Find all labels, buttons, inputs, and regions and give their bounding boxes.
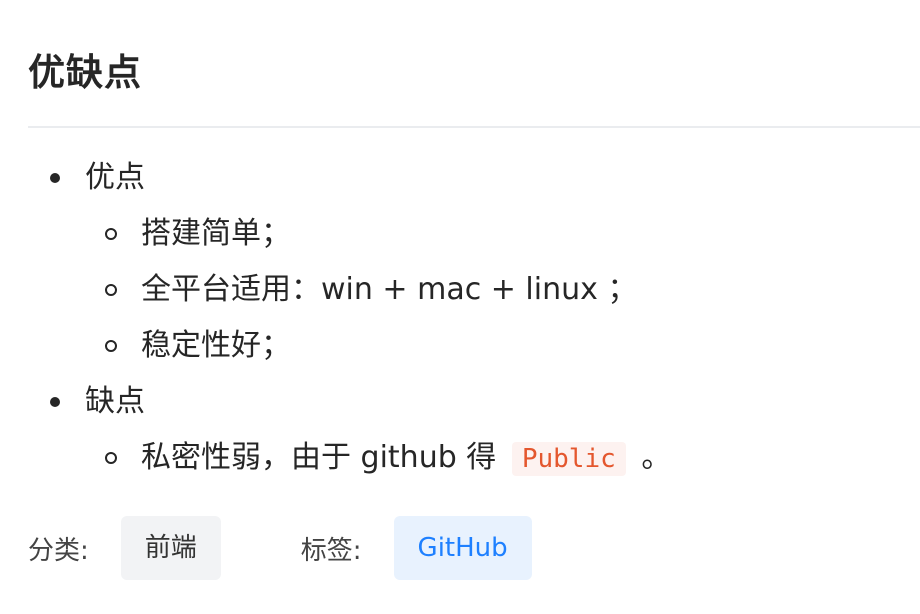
article-section: 优缺点 优点 搭建简单； 全平台适用：win + mac + linux ； 稳… [0, 0, 920, 614]
disc-bullet-icon [50, 397, 60, 407]
cons-label: 缺点 [85, 384, 145, 419]
list-item: 搭建简单； [85, 206, 908, 262]
category-chip[interactable]: 前端 [120, 516, 221, 580]
list-item-pros: 优点 搭建简单； 全平台适用：win + mac + linux ； 稳定性好； [28, 150, 908, 374]
pros-item-text: 全平台适用：win + mac + linux ； [141, 272, 638, 307]
pros-item-text: 稳定性好； [141, 328, 291, 363]
circle-bullet-icon [105, 452, 117, 464]
list-item: 私密性弱，由于 github 得 Public 。 [85, 430, 908, 487]
list-item: 全平台适用：win + mac + linux ； [85, 262, 908, 318]
inline-code: Public [511, 442, 626, 476]
cons-item-suffix: 。 [641, 440, 672, 475]
list-item: 稳定性好； [85, 318, 908, 374]
list-item-cons: 缺点 私密性弱，由于 github 得 Public 。 [28, 374, 908, 487]
heading-divider [28, 126, 920, 128]
article-meta: 分类: 前端 标签: GitHub [28, 516, 532, 580]
pros-sublist: 搭建简单； 全平台适用：win + mac + linux ； 稳定性好； [85, 206, 908, 374]
cons-item-text: 私密性弱，由于 github 得 [141, 440, 497, 475]
disc-bullet-icon [50, 173, 60, 183]
pros-cons-list: 优点 搭建简单； 全平台适用：win + mac + linux ； 稳定性好；… [28, 150, 908, 487]
pros-item-text: 搭建简单； [141, 216, 291, 251]
pros-label: 优点 [85, 160, 145, 195]
tag-label: 标签: [300, 535, 362, 566]
tag-chip[interactable]: GitHub [393, 516, 532, 580]
cons-sublist: 私密性弱，由于 github 得 Public 。 [85, 430, 908, 487]
section-title: 优缺点 [28, 51, 142, 94]
circle-bullet-icon [105, 228, 117, 240]
circle-bullet-icon [105, 284, 117, 296]
circle-bullet-icon [105, 340, 117, 352]
category-label: 分类: [28, 535, 89, 566]
